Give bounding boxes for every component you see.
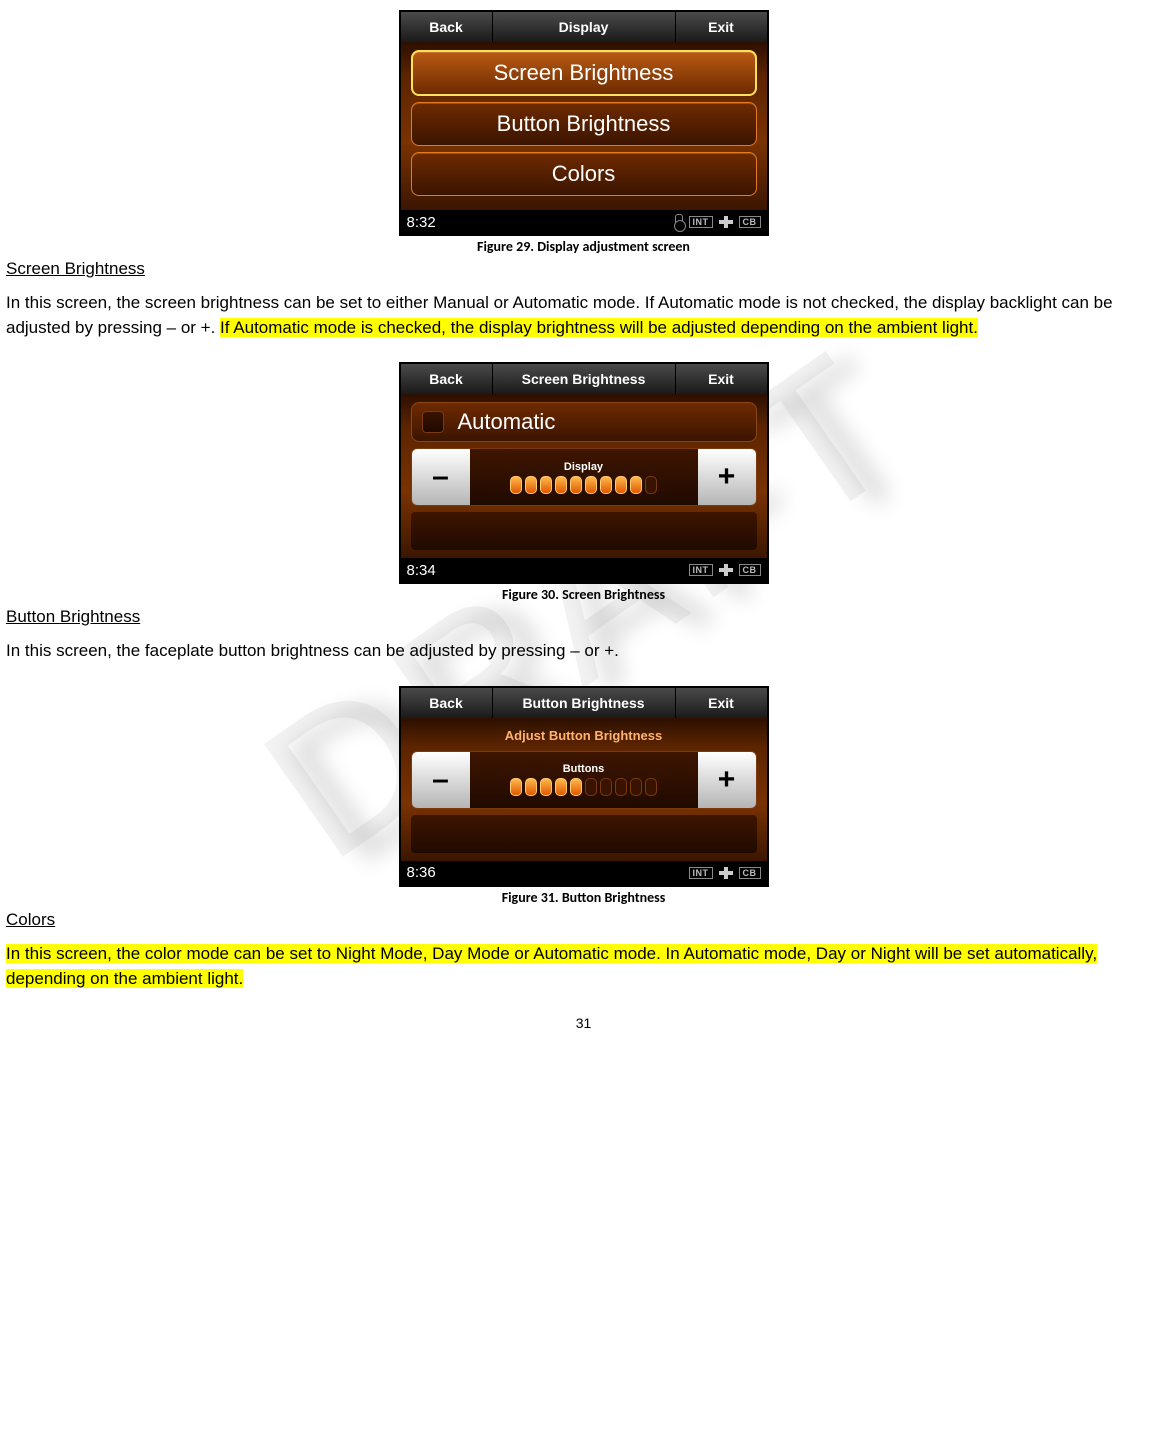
device-fig30: Back Screen Brightness Exit Automatic – … [399,362,769,584]
brightness-pip [630,778,642,796]
cb-badge: CB [739,564,761,576]
menu-screen-brightness[interactable]: Screen Brightness [411,50,757,96]
heading-screen-brightness: Screen Brightness [6,259,1167,279]
brightness-pip [525,476,537,494]
heading-colors: Colors [6,910,1167,930]
clock: 8:32 [407,214,436,231]
hd-logo-icon [719,564,733,576]
brightness-pip [600,476,612,494]
automatic-checkbox[interactable] [422,411,444,433]
figure-caption-29: Figure 29. Display adjustment screen [0,238,1167,255]
increase-button[interactable]: + [698,449,756,505]
device-fig31: Back Button Brightness Exit Adjust Butto… [399,686,769,887]
int-badge: INT [689,867,713,879]
brightness-pip [585,476,597,494]
brightness-pip [540,476,552,494]
brightness-pip [525,778,537,796]
int-badge: INT [689,564,713,576]
increase-button[interactable]: + [698,752,756,808]
heading-button-brightness: Button Brightness [6,607,1167,627]
brightness-pip [555,476,567,494]
back-button[interactable]: Back [401,12,493,42]
brightness-pip [645,476,657,494]
brightness-slider: – Buttons + [411,751,757,809]
automatic-toggle-row[interactable]: Automatic [411,402,757,442]
screen-title: Screen Brightness [493,364,676,394]
brightness-pip [570,778,582,796]
figure-caption-31: Figure 31. Button Brightness [0,889,1167,906]
figure-caption-30: Figure 30. Screen Brightness [0,586,1167,603]
menu-button-brightness[interactable]: Button Brightness [411,102,757,146]
panel-spacer [411,512,757,550]
temperature-icon [675,214,683,230]
cb-badge: CB [739,867,761,879]
hd-logo-icon [719,867,733,879]
brightness-pip [645,778,657,796]
brightness-pip [600,778,612,796]
exit-button[interactable]: Exit [676,364,767,394]
screen-title: Display [493,12,676,42]
para-colors: In this screen, the color mode can be se… [6,942,1161,991]
cb-badge: CB [739,216,761,228]
exit-button[interactable]: Exit [676,12,767,42]
device-fig29: Back Display Exit Screen Brightness Butt… [399,10,769,236]
decrease-button[interactable]: – [412,752,470,808]
brightness-pip [585,778,597,796]
para-button-brightness: In this screen, the faceplate button bri… [6,639,1161,664]
brightness-pip [555,778,567,796]
slider-pips [510,476,657,494]
brightness-pip [510,778,522,796]
exit-button[interactable]: Exit [676,688,767,718]
screen-title: Button Brightness [493,688,676,718]
slider-label: Display [564,461,603,473]
clock: 8:34 [407,562,436,579]
brightness-pip [540,778,552,796]
adjust-header: Adjust Button Brightness [411,728,757,743]
menu-colors[interactable]: Colors [411,152,757,196]
brightness-pip [510,476,522,494]
brightness-pip [615,476,627,494]
int-badge: INT [689,216,713,228]
back-button[interactable]: Back [401,364,493,394]
brightness-pip [570,476,582,494]
brightness-pip [630,476,642,494]
slider-pips [510,778,657,796]
automatic-label: Automatic [458,409,556,435]
para-screen-brightness: In this screen, the screen brightness ca… [6,291,1161,340]
slider-label: Buttons [563,763,605,775]
decrease-button[interactable]: – [412,449,470,505]
panel-spacer [411,815,757,853]
brightness-slider: – Display + [411,448,757,506]
page-number: 31 [0,1015,1167,1031]
hd-logo-icon [719,216,733,228]
brightness-pip [615,778,627,796]
back-button[interactable]: Back [401,688,493,718]
clock: 8:36 [407,864,436,881]
